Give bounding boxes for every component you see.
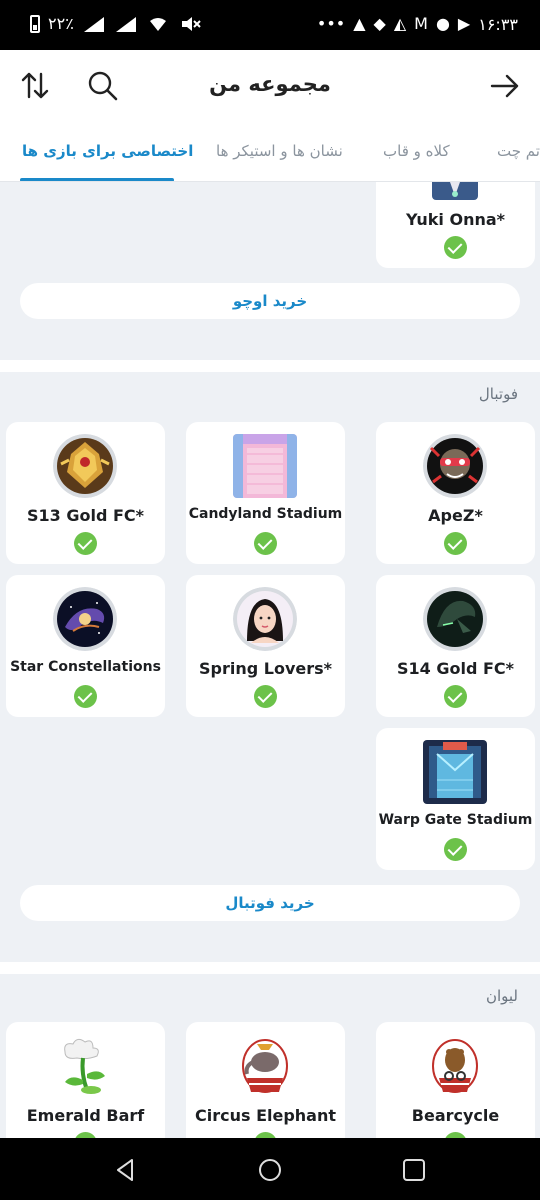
item-card[interactable]: Yuki Onna* bbox=[376, 182, 535, 268]
item-name: Candyland Stadium bbox=[188, 506, 343, 522]
item-thumbnail bbox=[432, 182, 478, 200]
section-cup: لیوان Bearcycle Circus Elephant Emerald … bbox=[0, 974, 540, 1138]
signal-icon-2 bbox=[115, 16, 136, 32]
buy-football-button[interactable]: خرید فوتبال bbox=[20, 885, 520, 921]
item-card[interactable]: Emerald Barf bbox=[6, 1022, 165, 1138]
signal-icon bbox=[83, 16, 104, 32]
tab-game-exclusive[interactable]: اختصاصی برای بازی ها bbox=[22, 142, 193, 160]
item-card[interactable]: Candyland Stadium bbox=[186, 422, 345, 564]
item-thumbnail bbox=[423, 434, 487, 498]
status-bar: ۲۲٪ ••• ▲ ◆ ◭ M ● ▶ ۱۶:۳۳ bbox=[0, 0, 540, 50]
mute-icon bbox=[181, 16, 201, 31]
tab-hats-frames[interactable]: کلاه و قاب bbox=[383, 142, 450, 160]
item-card[interactable]: Star Constellations bbox=[6, 575, 165, 717]
tab-badges-stickers[interactable]: نشان ها و استیکر ها bbox=[216, 142, 343, 160]
shop-icon: ◆ bbox=[373, 14, 386, 33]
item-name: Yuki Onna* bbox=[405, 210, 506, 229]
app-icon: ◭ bbox=[393, 14, 407, 33]
recents-nav-icon[interactable] bbox=[400, 1156, 428, 1184]
back-nav-icon[interactable] bbox=[112, 1156, 140, 1184]
item-thumbnail bbox=[53, 587, 117, 651]
item-thumbnail bbox=[423, 1034, 487, 1098]
section-ocho: Yuki Onna* خرید اوچو bbox=[0, 182, 540, 360]
category-tabs: اختصاصی برای بازی ها نشان ها و استیکر ها… bbox=[0, 120, 540, 182]
item-card[interactable]: S13 Gold FC* bbox=[6, 422, 165, 564]
item-thumbnail bbox=[53, 434, 117, 498]
item-name: Emerald Barf bbox=[26, 1106, 145, 1125]
item-name: Circus Elephant bbox=[194, 1106, 337, 1125]
item-name: S14 Gold FC* bbox=[396, 659, 515, 678]
battery-icon bbox=[30, 14, 40, 33]
item-card[interactable]: S14 Gold FC* bbox=[376, 575, 535, 717]
owned-check-icon bbox=[444, 838, 467, 861]
owned-check-icon bbox=[444, 236, 467, 259]
item-name: Warp Gate Stadium bbox=[378, 812, 533, 828]
page-title: مجموعه من bbox=[209, 72, 331, 96]
battery-level: ۲۲٪ bbox=[48, 14, 74, 33]
item-name: S13 Gold FC* bbox=[26, 506, 145, 525]
app-header: مجموعه من bbox=[0, 50, 540, 120]
status-left: ۲۲٪ bbox=[30, 14, 202, 33]
item-card[interactable]: Warp Gate Stadium bbox=[376, 728, 535, 870]
collection-list[interactable]: Yuki Onna* خرید اوچو فوتبال ApeZ* Candyl… bbox=[0, 182, 540, 1138]
wifi-icon bbox=[149, 17, 166, 31]
clock: ۱۶:۳۳ bbox=[478, 14, 518, 34]
warning-icon: ▲ bbox=[353, 14, 366, 33]
owned-check-icon bbox=[74, 532, 97, 555]
owned-check-icon bbox=[74, 685, 97, 708]
item-thumbnail bbox=[53, 1034, 117, 1098]
buy-ocho-button[interactable]: خرید اوچو bbox=[20, 283, 520, 319]
section-football: فوتبال ApeZ* Candyland Stadium S13 Gold … bbox=[0, 372, 540, 962]
status-right: ••• ▲ ◆ ◭ M ● ▶ ۱۶:۳۳ bbox=[317, 14, 518, 34]
section-divider bbox=[0, 962, 540, 974]
owned-check-icon bbox=[444, 532, 467, 555]
gmail-icon: M bbox=[414, 14, 428, 33]
app-e-icon: ● bbox=[435, 14, 450, 33]
item-thumbnail bbox=[423, 587, 487, 651]
item-thumbnail bbox=[233, 434, 297, 498]
item-name: ApeZ* bbox=[428, 506, 483, 525]
item-card[interactable]: Spring Lovers* bbox=[186, 575, 345, 717]
section-title: لیوان bbox=[485, 987, 518, 1005]
owned-check-icon bbox=[444, 685, 467, 708]
youtube-icon: ▶ bbox=[457, 14, 471, 33]
notification-dots-icon: ••• bbox=[316, 14, 346, 33]
arrow-forward-icon[interactable] bbox=[488, 69, 522, 103]
owned-check-icon bbox=[254, 532, 277, 555]
item-name: Bearcycle bbox=[411, 1106, 500, 1125]
section-divider bbox=[0, 360, 540, 372]
tab-chat-theme[interactable]: تم چت bbox=[497, 142, 540, 160]
item-card[interactable]: Circus Elephant bbox=[186, 1022, 345, 1138]
section-title: فوتبال bbox=[478, 385, 518, 403]
item-thumbnail bbox=[423, 740, 487, 804]
item-card[interactable]: Bearcycle bbox=[376, 1022, 535, 1138]
item-card[interactable]: ApeZ* bbox=[376, 422, 535, 564]
item-thumbnail bbox=[233, 1034, 297, 1098]
item-name: Spring Lovers* bbox=[198, 659, 332, 678]
home-nav-icon[interactable] bbox=[256, 1156, 284, 1184]
owned-check-icon bbox=[254, 685, 277, 708]
system-nav-bar bbox=[0, 1138, 540, 1200]
item-name: Star Constellations bbox=[10, 659, 161, 675]
item-thumbnail bbox=[233, 587, 297, 651]
